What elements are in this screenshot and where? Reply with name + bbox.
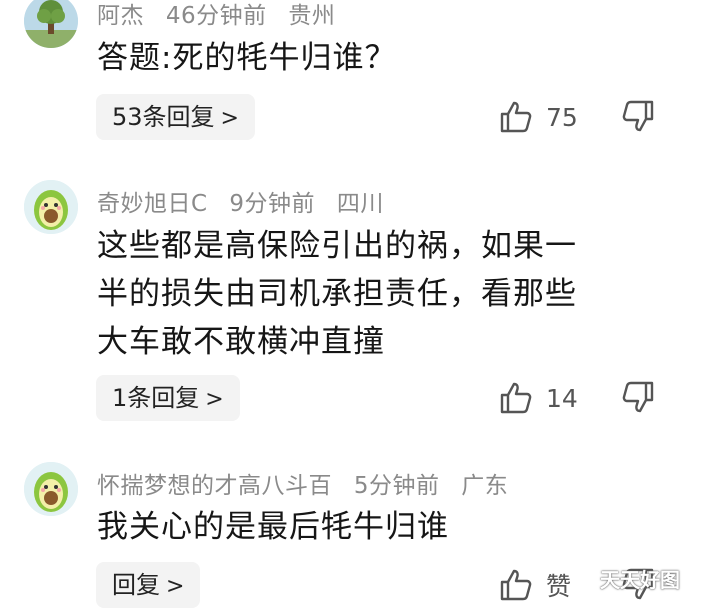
tree-avatar-icon — [24, 0, 78, 48]
thumbs-up-icon — [500, 569, 532, 601]
comment-line: 半的损失由司机承担责任，看那些 — [97, 276, 577, 312]
reply-button[interactable]: 1条回复 > — [96, 375, 240, 421]
like-count: 赞 — [546, 572, 572, 601]
chevron-right-icon: > — [166, 574, 185, 599]
avocado-avatar-icon — [24, 462, 78, 516]
comment-author[interactable]: 奇妙旭日C — [97, 191, 208, 217]
thumbs-up-icon — [500, 101, 532, 133]
dislike-button[interactable] — [620, 379, 660, 419]
avocado-avatar-icon — [24, 180, 78, 234]
like-button[interactable]: 75 — [498, 97, 578, 137]
comment-line: 我关心的是最后牦牛归谁 — [97, 509, 449, 545]
comment-time: 46分钟前 — [165, 3, 267, 29]
avatar[interactable] — [24, 180, 78, 234]
comment-text: 我关心的是最后牦牛归谁 — [97, 503, 449, 551]
avatar[interactable] — [24, 462, 78, 516]
avatar[interactable] — [24, 0, 78, 48]
chevron-right-icon: > — [220, 106, 239, 131]
thumbs-down-icon — [622, 100, 654, 132]
thumbs-up-icon — [500, 382, 532, 414]
comment-time: 5分钟前 — [353, 473, 440, 499]
comment-meta: 怀揣梦想的才高八斗百 5分钟前 广东 — [97, 466, 522, 500]
comment-author[interactable]: 怀揣梦想的才高八斗百 — [97, 473, 332, 499]
comment-text: 这些都是高保险引出的祸，如果一 半的损失由司机承担责任，看那些 大车敢不敢横冲直… — [97, 222, 577, 366]
like-button[interactable]: 14 — [498, 378, 578, 418]
like-count: 14 — [546, 383, 578, 413]
comment-meta: 奇妙旭日C 9分钟前 四川 — [97, 184, 398, 218]
like-count: 75 — [546, 102, 578, 132]
chevron-right-icon: > — [205, 387, 224, 412]
reply-label: 53条回复 — [112, 103, 215, 131]
reply-label: 回复 — [112, 571, 160, 599]
comment-meta: 阿杰 46分钟前 贵州 — [97, 0, 349, 30]
reply-label: 1条回复 — [112, 384, 200, 412]
comment-location: 贵州 — [288, 3, 336, 29]
comment-line: 答题:死的牦牛归谁？ — [97, 40, 397, 76]
comment-time: 9分钟前 — [229, 191, 316, 217]
reply-button[interactable]: 回复 > — [96, 562, 201, 608]
comment-text: 答题:死的牦牛归谁？ — [97, 34, 396, 82]
comment-author[interactable]: 阿杰 — [97, 3, 144, 29]
thumbs-down-icon — [622, 381, 654, 413]
watermark: 天天好图 — [600, 568, 680, 592]
comment-line: 大车敢不敢横冲直撞 — [97, 324, 385, 360]
comment-location: 四川 — [336, 191, 384, 217]
reply-button[interactable]: 53条回复 > — [96, 94, 255, 140]
comment-location: 广东 — [461, 473, 509, 499]
comment-line: 这些都是高保险引出的祸，如果一 — [97, 228, 577, 264]
like-button[interactable]: 赞 — [498, 565, 571, 605]
dislike-button[interactable] — [620, 98, 660, 138]
